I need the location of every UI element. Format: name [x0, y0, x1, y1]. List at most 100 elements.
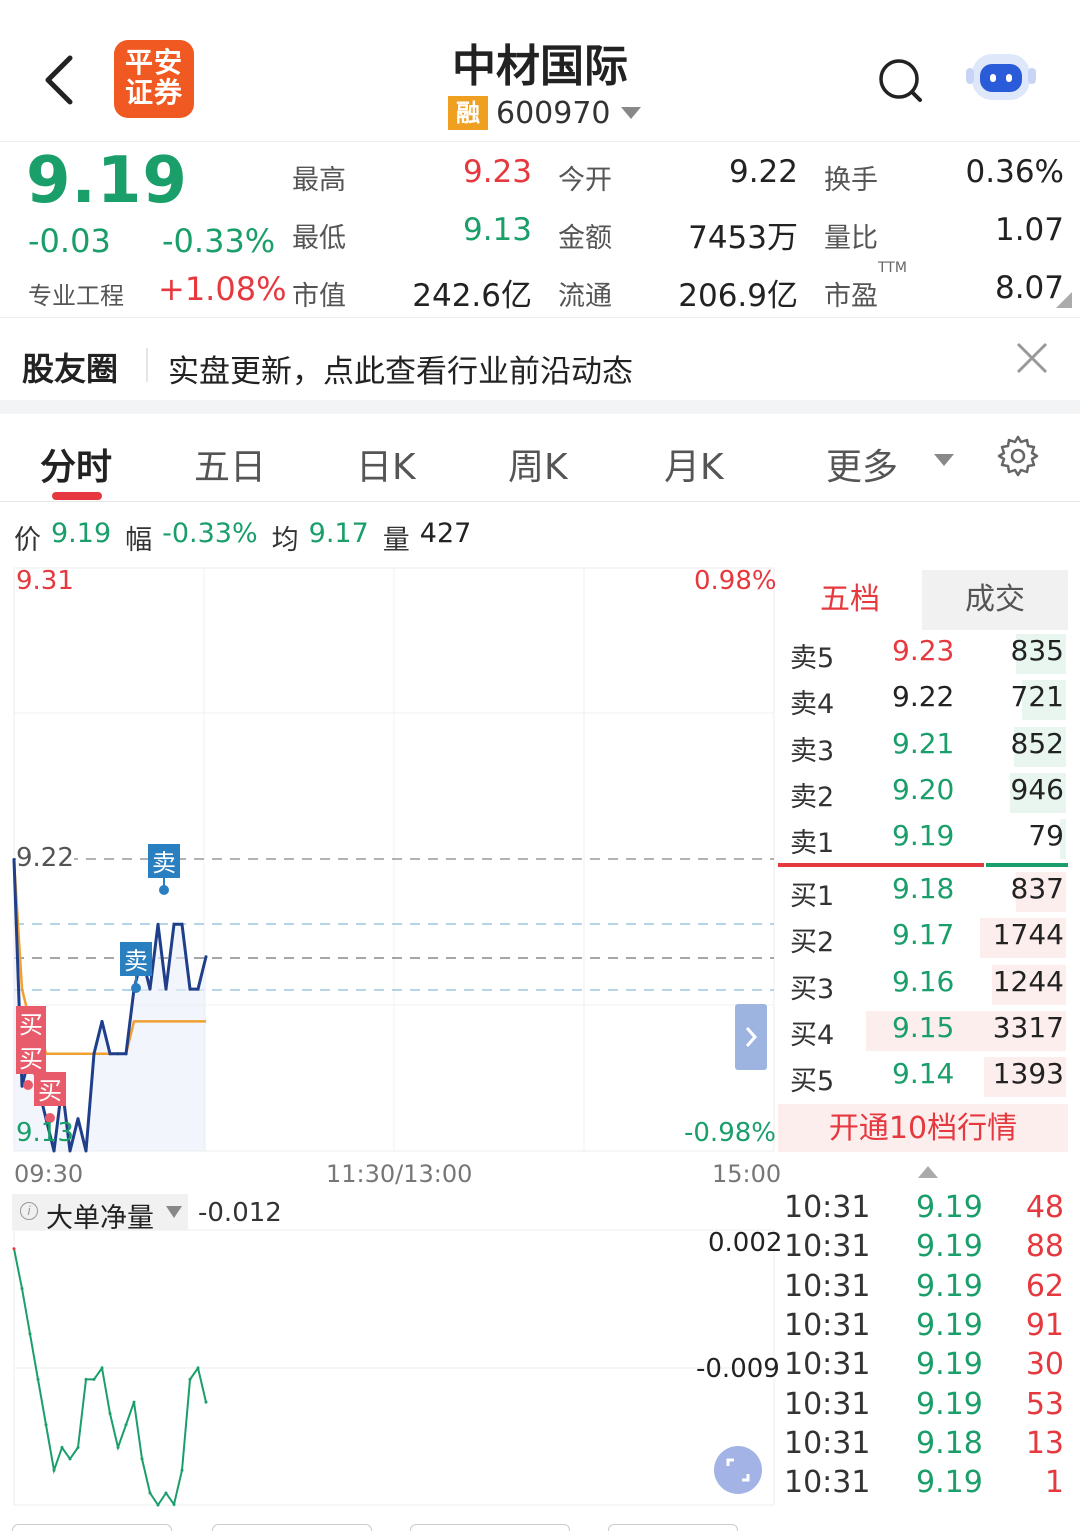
chevron-up-icon[interactable] [918, 1166, 938, 1178]
tab-five-level[interactable]: 五档 [778, 570, 922, 630]
toolbar-pill[interactable] [12, 1524, 172, 1531]
indicator-point [92, 1377, 96, 1381]
price-point [196, 987, 200, 991]
info-price: 9.19 [51, 518, 112, 549]
quote-label-turnover: 换手 [824, 165, 878, 196]
tab-weekly-k[interactable]: 周K [508, 438, 568, 490]
community-banner[interactable]: 股友圈 实盘更新，点此查看行业前沿动态 [0, 320, 1080, 400]
current-price: 9.19 [26, 144, 188, 218]
community-label: 股友圈 [22, 350, 119, 388]
bid-level-price: 9.18 [892, 872, 955, 905]
ask-level-volume: 79 [1028, 819, 1064, 853]
quote-value-volume-ratio: 1.07 [994, 212, 1064, 248]
tab-daily-k[interactable]: 日K [356, 438, 416, 490]
ask-level-row[interactable]: 卖1 9.19 79 [778, 817, 1068, 863]
trade-time: 10:31 [784, 1347, 871, 1383]
bid-level-row[interactable]: 买1 9.18 837 [778, 870, 1068, 916]
community-message[interactable]: 实盘更新，点此查看行业前沿动态 [168, 346, 633, 391]
sector-name[interactable]: 专业工程 [28, 276, 124, 311]
tab-five-day[interactable]: 五日 [194, 438, 266, 490]
quote-label-low: 最低 [292, 223, 346, 254]
margin-trading-badge: 融 [448, 96, 488, 130]
bid-level-row[interactable]: 买4 9.15 3317 [778, 1009, 1068, 1055]
stock-code-selector[interactable]: 融 600970 [448, 96, 641, 131]
quote-panel: 9.19 -0.03 -0.33% 专业工程 +1.08% 最高 9.23 今开… [0, 142, 1080, 318]
ask-level-price: 9.20 [892, 772, 955, 806]
sector-change-percent: +1.08% [158, 270, 287, 308]
tab-more[interactable]: 更多 [826, 438, 898, 490]
search-icon[interactable] [876, 56, 924, 104]
fullscreen-icon[interactable] [714, 1446, 762, 1494]
indicator-y-mid: -0.009 [696, 1354, 780, 1384]
active-tab-indicator [52, 492, 102, 500]
info-range-label: 幅 [125, 525, 153, 556]
indicator-name: 大单净量 [46, 1203, 154, 1234]
indicator-point [204, 1400, 208, 1404]
ask-level-label: 卖2 [790, 781, 835, 813]
trade-volume: 53 [1025, 1386, 1064, 1422]
bid-level-price: 9.17 [892, 918, 955, 952]
trade-price: 9.18 [916, 1425, 983, 1461]
robot-assistant-icon[interactable] [966, 44, 1036, 108]
trade-row: 10:31 9.19 53 [778, 1387, 1068, 1425]
price-point [188, 987, 192, 991]
toolbar-pill[interactable] [608, 1524, 738, 1531]
bid-level-row[interactable]: 买3 9.16 1244 [778, 963, 1068, 1009]
trade-row: 10:31 9.19 1 [778, 1465, 1068, 1503]
tab-intraday[interactable]: 分时 [40, 438, 112, 490]
quote-label-high: 最高 [292, 165, 346, 196]
ask-side-divider [778, 863, 984, 867]
info-icon[interactable]: i [20, 1202, 38, 1220]
tab-trades[interactable]: 成交 [922, 570, 1068, 630]
ask-level-price: 9.22 [892, 680, 955, 714]
ask-level-row[interactable]: 卖5 9.23 835 [778, 632, 1068, 678]
ask-level-label: 卖4 [790, 689, 835, 721]
indicator-selector[interactable]: i 大单净量 [12, 1194, 188, 1234]
ask-level-volume: 852 [1010, 726, 1064, 760]
intraday-chart[interactable]: 卖 卖 买 买 买 [0, 560, 780, 1520]
close-icon[interactable] [1014, 340, 1050, 376]
trade-row: 10:31 9.19 62 [778, 1269, 1068, 1307]
indicator-point [68, 1457, 72, 1461]
gear-icon[interactable] [996, 434, 1040, 478]
indicator-point [148, 1491, 152, 1495]
ask-level-row[interactable]: 卖3 9.21 852 [778, 725, 1068, 771]
tab-monthly-k[interactable]: 月K [664, 438, 724, 490]
ask-level-price: 9.19 [892, 819, 955, 853]
price-point [92, 1052, 96, 1056]
trade-volume: 88 [1025, 1229, 1064, 1265]
buy-marker[interactable]: 买 [16, 1006, 46, 1040]
indicator-y-top: 0.002 [708, 1228, 783, 1258]
buy-marker[interactable]: 买 [16, 1040, 46, 1074]
price-point [84, 1149, 88, 1153]
sell-marker[interactable]: 卖 [148, 844, 180, 895]
quote-label-volume-ratio: 量比 [824, 223, 878, 254]
price-change: -0.03 [28, 222, 111, 260]
indicator-point [20, 1287, 24, 1290]
price-point [116, 1052, 120, 1056]
indicator-point [12, 1247, 16, 1251]
order-book-tabs: 五档 成交 [778, 570, 1068, 630]
price-point [172, 922, 176, 926]
quote-label-amount: 金额 [558, 223, 612, 254]
y-axis-bottom-percent: -0.98% [684, 1118, 776, 1148]
open-ten-level-button[interactable]: 开通10档行情 [778, 1104, 1068, 1152]
toolbar-pill[interactable] [410, 1524, 570, 1531]
bottom-toolbar-edge [0, 1520, 1080, 1531]
toolbar-pill[interactable] [212, 1524, 372, 1531]
chevron-right-icon[interactable] [735, 1004, 767, 1070]
ask-level-price: 9.21 [892, 726, 955, 760]
trade-price: 9.19 [916, 1268, 983, 1304]
ask-level-row[interactable]: 卖4 9.22 721 [778, 678, 1068, 724]
expand-corner-icon[interactable] [1056, 292, 1072, 308]
bid-level-row[interactable]: 买5 9.14 1393 [778, 1055, 1068, 1101]
ask-level-row[interactable]: 卖2 9.20 946 [778, 771, 1068, 817]
chevron-down-icon[interactable] [934, 454, 954, 466]
indicator-point [116, 1446, 120, 1449]
bid-level-row[interactable]: 买2 9.17 1744 [778, 916, 1068, 962]
indicator-point [156, 1503, 160, 1507]
trade-row: 10:31 9.19 48 [778, 1190, 1068, 1228]
trade-time: 10:31 [784, 1465, 871, 1501]
trade-time: 10:31 [784, 1425, 871, 1461]
bid-level-volume: 1744 [992, 918, 1064, 952]
